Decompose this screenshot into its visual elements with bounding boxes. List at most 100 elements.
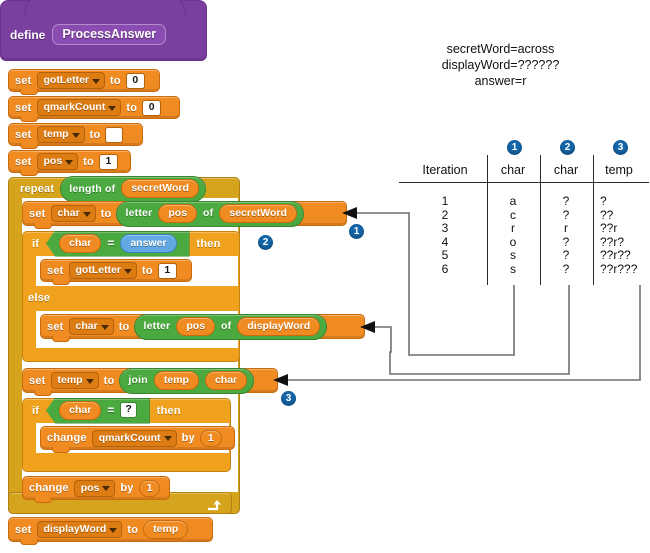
table-cell-char-1: s bbox=[510, 262, 516, 276]
procedure-name[interactable]: ProcessAnswer bbox=[52, 24, 167, 45]
letter-label: letter bbox=[125, 207, 153, 219]
marker-1-column: 1 bbox=[507, 140, 522, 155]
value-input-change-pos[interactable]: 1 bbox=[138, 479, 161, 497]
table-cell-char-1: a bbox=[509, 194, 517, 208]
to-keyword: to bbox=[100, 207, 112, 220]
table-cell-temp: ? bbox=[600, 194, 607, 208]
block-change-pos[interactable]: change pos by 1 bbox=[22, 476, 170, 503]
variable-dropdown-gotletter[interactable]: gotLetter bbox=[68, 262, 137, 279]
table-cell-char-1: r bbox=[511, 221, 515, 236]
table-cell-char-2: ? bbox=[562, 248, 570, 263]
else-header: else bbox=[28, 288, 148, 308]
define-hat-block[interactable]: define ProcessAnswer bbox=[0, 0, 207, 61]
variable-dropdown-char[interactable]: char bbox=[68, 318, 114, 335]
text-input-qmark[interactable]: ? bbox=[120, 402, 137, 418]
variable-secretword[interactable]: secretWord bbox=[121, 179, 199, 198]
chevron-down-icon bbox=[163, 436, 172, 441]
block-change-qmarkcount[interactable]: change qmarkCount by 1 bbox=[40, 426, 235, 453]
table-cell-char-2: ? bbox=[562, 207, 570, 222]
to-keyword: to bbox=[118, 320, 130, 333]
if-header: if char = answer then bbox=[28, 230, 238, 257]
legend-line-secretword: secretWord=across bbox=[446, 42, 555, 56]
set-keyword: set bbox=[47, 320, 64, 333]
variable-dropdown-temp[interactable]: temp bbox=[36, 126, 85, 143]
value-input-gotletter[interactable]: 0 bbox=[125, 72, 145, 89]
hat-hump bbox=[24, 0, 186, 16]
value-input-pos[interactable]: 1 bbox=[98, 153, 118, 170]
table-header-rule bbox=[399, 182, 649, 183]
to-keyword: to bbox=[83, 155, 94, 168]
variable-dropdown-qmarkcount[interactable]: qmarkCount bbox=[91, 429, 177, 447]
variable-displayword[interactable]: displayWord bbox=[237, 316, 321, 336]
table-header-char-1: char bbox=[500, 163, 526, 177]
set-keyword: set bbox=[15, 101, 32, 114]
table-col-sep-1 bbox=[487, 155, 488, 285]
set-keyword: set bbox=[29, 374, 46, 387]
table-cell-temp: ??r?? bbox=[600, 248, 631, 263]
value-input-change-qmarkcount[interactable]: 1 bbox=[199, 429, 222, 447]
by-keyword: by bbox=[181, 432, 195, 444]
chevron-down-icon bbox=[92, 78, 100, 84]
table-cell-char-2: r bbox=[564, 221, 568, 236]
variable-secretword[interactable]: secretWord bbox=[219, 203, 297, 223]
define-label: define bbox=[10, 27, 46, 42]
chevron-down-icon bbox=[82, 211, 91, 217]
table-header-temp: temp bbox=[605, 163, 633, 177]
variable-char[interactable]: char bbox=[59, 400, 102, 420]
variable-dropdown-qmarkcount[interactable]: qmarkCount bbox=[36, 99, 122, 116]
block-set-temp-empty[interactable]: set temp to bbox=[8, 123, 143, 149]
block-set-char-secretword[interactable]: set char to letter pos of secretWord bbox=[22, 200, 347, 229]
variable-pos[interactable]: pos bbox=[176, 316, 216, 336]
marker-2-block: 2 bbox=[258, 235, 273, 250]
loop-arrow-icon bbox=[208, 500, 221, 511]
variable-dropdown-pos[interactable]: pos bbox=[36, 153, 79, 170]
reporter-join[interactable]: join temp char bbox=[119, 367, 255, 394]
variable-dropdown-displayword[interactable]: displayWord bbox=[36, 521, 123, 538]
length-of-label: length of bbox=[69, 182, 116, 195]
block-set-gotletter-1[interactable]: set gotLetter to 1 bbox=[40, 259, 192, 285]
reporter-letter-of-secretword[interactable]: letter pos of secretWord bbox=[116, 200, 304, 227]
variable-pos[interactable]: pos bbox=[158, 203, 198, 223]
value-input-temp-empty[interactable] bbox=[105, 126, 124, 143]
variable-temp[interactable]: temp bbox=[143, 520, 189, 539]
table-cell-char-1: c bbox=[510, 207, 516, 222]
block-set-pos[interactable]: set pos to 1 bbox=[8, 150, 131, 176]
change-keyword: change bbox=[29, 482, 69, 494]
block-set-char-displayword[interactable]: set char to letter pos of displayWord bbox=[40, 313, 365, 342]
chevron-down-icon bbox=[100, 324, 109, 330]
variable-dropdown-char[interactable]: char bbox=[50, 205, 96, 222]
marker-3-column: 3 bbox=[613, 140, 628, 155]
set-keyword: set bbox=[15, 523, 32, 536]
table-cell-iteration: 5 bbox=[441, 248, 449, 263]
variable-dropdown-temp[interactable]: temp bbox=[50, 372, 99, 389]
predicate-char-equals-answer[interactable]: char = answer bbox=[46, 230, 190, 257]
value-input-qmarkcount[interactable]: 0 bbox=[142, 99, 162, 116]
variable-dropdown-pos[interactable]: pos bbox=[73, 479, 116, 497]
variable-char[interactable]: char bbox=[59, 233, 102, 253]
legend-line-displayword: displayWord=?????? bbox=[441, 58, 560, 72]
table-cell-char-2: ? bbox=[562, 194, 570, 208]
value-input-gotletter-1[interactable]: 1 bbox=[157, 262, 177, 279]
marker-3-block: 3 bbox=[281, 391, 296, 406]
table-cell-iteration: 1 bbox=[441, 194, 449, 208]
block-set-temp-join[interactable]: set temp to join temp char bbox=[22, 367, 278, 396]
repeat-keyword: repeat bbox=[20, 183, 55, 195]
predicate-char-equals-qmark[interactable]: char = ? bbox=[46, 397, 150, 424]
parameter-answer[interactable]: answer bbox=[120, 233, 177, 253]
chevron-down-icon bbox=[71, 132, 80, 138]
block-set-gotletter[interactable]: set gotLetter to 0 bbox=[8, 69, 160, 95]
variable-dropdown-gotletter[interactable]: gotLetter bbox=[36, 72, 105, 89]
legend-line-answer: answer=r bbox=[474, 74, 527, 88]
block-set-displayword[interactable]: set displayWord to temp bbox=[8, 517, 213, 545]
variable-temp[interactable]: temp bbox=[153, 370, 199, 390]
of-label: of bbox=[203, 207, 214, 219]
reporter-letter-of-displayword[interactable]: letter pos of displayWord bbox=[134, 313, 328, 340]
block-set-qmarkcount[interactable]: set qmarkCount to 0 bbox=[8, 96, 180, 122]
table-cell-iteration: 4 bbox=[441, 234, 449, 249]
variable-char[interactable]: char bbox=[204, 370, 248, 390]
chevron-down-icon bbox=[102, 486, 111, 491]
marker-2-column: 2 bbox=[560, 140, 575, 155]
of-label: of bbox=[221, 320, 232, 332]
diagram-canvas: define ProcessAnswer set gotLetter to 0 … bbox=[0, 0, 650, 553]
reporter-length-of[interactable]: length of secretWord bbox=[60, 176, 206, 202]
